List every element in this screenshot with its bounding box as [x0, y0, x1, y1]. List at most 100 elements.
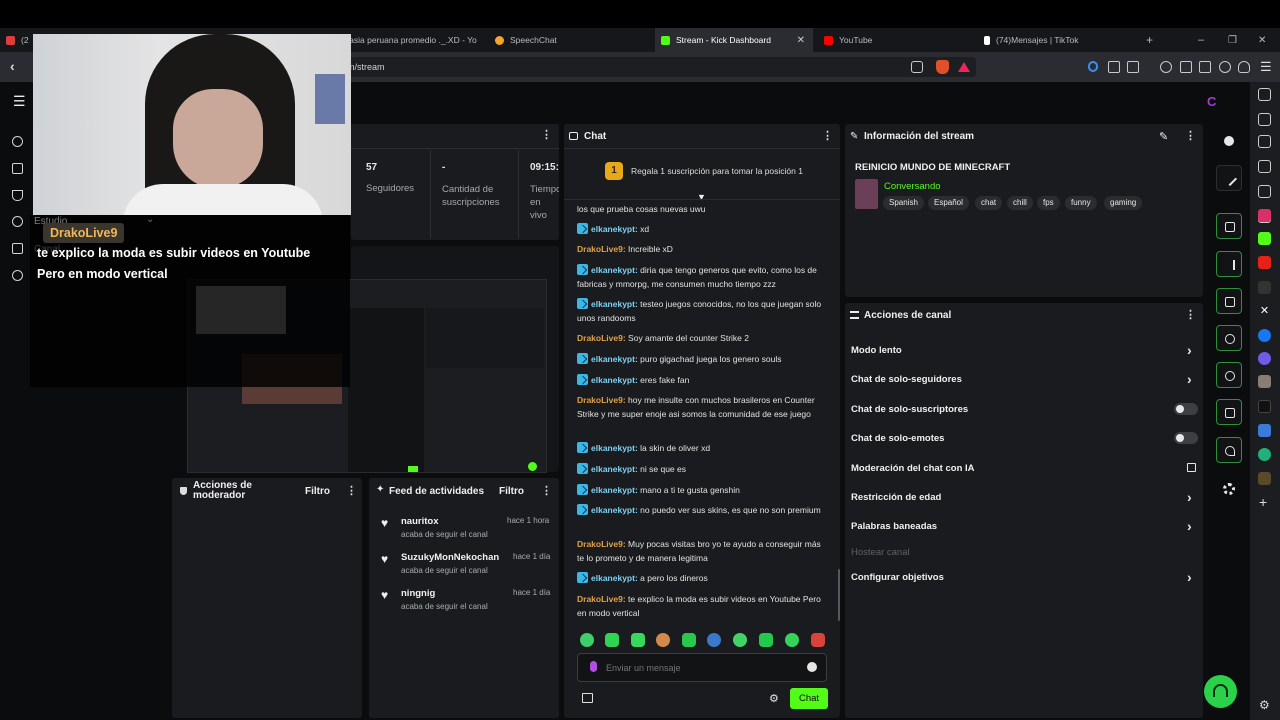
wallet-icon[interactable]	[1199, 61, 1211, 73]
chevron-right-icon[interactable]: ›	[1187, 519, 1192, 533]
category-name[interactable]: Conversando	[884, 181, 941, 192]
extension-icon[interactable]	[1258, 472, 1271, 485]
chat-message-input[interactable]	[606, 660, 796, 675]
close-tab-icon[interactable]: ✕	[797, 35, 805, 46]
expand-chevron-icon[interactable]: ▼	[697, 192, 706, 202]
tab-speechchat[interactable]: SpeechChat	[495, 28, 650, 52]
hamburger-menu-icon[interactable]: ☰	[13, 93, 26, 110]
emote-icon[interactable]	[580, 633, 594, 647]
emote-icon[interactable]	[759, 633, 773, 647]
tag-chip[interactable]: chill	[1007, 196, 1033, 210]
activity-more-icon[interactable]: ⋮	[541, 486, 552, 497]
avatar-icon[interactable]	[1258, 375, 1271, 388]
moderator-filter-button[interactable]: Filtro	[305, 486, 330, 497]
chat-username[interactable]: elkanekypt	[591, 224, 635, 234]
edit-pencil-icon[interactable]: ✎	[1159, 130, 1168, 143]
trophy-icon[interactable]	[12, 190, 23, 201]
emote-icon[interactable]	[656, 633, 670, 647]
chat-username[interactable]: DrakoLive9	[577, 244, 623, 254]
users-icon[interactable]	[12, 243, 23, 254]
emote-icon[interactable]	[707, 633, 721, 647]
chat-username[interactable]: DrakoLive9	[577, 539, 623, 549]
chat-username[interactable]: elkanekypt	[591, 375, 635, 385]
tag-chip[interactable]: gaming	[1104, 196, 1143, 210]
share-icon[interactable]	[911, 61, 923, 73]
sidebar-toggle-icon[interactable]	[1180, 61, 1192, 73]
chevron-right-icon[interactable]: ›	[1187, 490, 1192, 504]
tag-chip[interactable]: fps	[1037, 196, 1060, 210]
facebook-icon[interactable]	[1258, 329, 1271, 342]
analytics-icon[interactable]	[12, 163, 23, 174]
tab-youtube-2[interactable]: fantasia peruana promedio ._.XD - Yo	[335, 28, 490, 52]
minimize-icon[interactable]: –	[1198, 28, 1210, 52]
stream-info-more-icon[interactable]: ⋮	[1185, 131, 1196, 142]
set-goals-item[interactable]: Configurar objetivos	[851, 572, 944, 583]
emote-icon[interactable]	[605, 633, 619, 647]
ai-moderation-item[interactable]: Moderación del chat con IA	[851, 463, 975, 474]
media-icon[interactable]	[1160, 61, 1172, 73]
chevron-right-icon[interactable]: ›	[1187, 372, 1192, 386]
more-tools-icon[interactable]	[1223, 483, 1235, 495]
translate-icon[interactable]	[1258, 424, 1271, 437]
extensions-icon[interactable]	[1108, 61, 1120, 73]
messenger-icon[interactable]	[1258, 352, 1271, 365]
tab-tiktok[interactable]: (74)Mensajes | TikTok	[984, 28, 1139, 52]
channel-actions-more-icon[interactable]: ⋮	[1185, 310, 1196, 321]
speaker-icon[interactable]	[1088, 61, 1098, 72]
wrench-tool-button[interactable]	[1216, 437, 1242, 463]
new-tab-button[interactable]: +	[1146, 28, 1160, 52]
emote-icon[interactable]	[631, 633, 645, 647]
reading-list-icon[interactable]	[1258, 113, 1271, 126]
chat-username[interactable]: elkanekypt	[591, 505, 635, 515]
chat-username[interactable]: elkanekypt	[591, 464, 635, 474]
x-icon[interactable]: ✕	[1258, 305, 1271, 318]
send-chat-button[interactable]: Chat	[790, 688, 828, 709]
lightning-tool-button[interactable]	[1216, 251, 1242, 277]
emote-icon[interactable]	[733, 633, 747, 647]
tiktok-icon[interactable]	[1258, 400, 1271, 413]
chat-username[interactable]: elkanekypt	[591, 443, 635, 453]
edit-tool-button[interactable]	[1216, 165, 1242, 191]
chat-username[interactable]: elkanekypt	[591, 485, 635, 495]
chat-scrollbar[interactable]	[838, 569, 840, 621]
chat-tool-button[interactable]	[1216, 325, 1242, 351]
back-icon[interactable]: ‹	[10, 58, 15, 74]
notes-tool-button[interactable]	[1216, 288, 1242, 314]
tab-youtube-1[interactable]: (2	[6, 28, 32, 52]
chat-username[interactable]: DrakoLive9	[577, 395, 623, 405]
emote-icon[interactable]	[811, 633, 825, 647]
tag-chip[interactable]: Español	[928, 196, 969, 210]
brave-shield-icon[interactable]	[936, 60, 949, 74]
leo-ai-icon[interactable]	[1219, 61, 1231, 73]
chat-username[interactable]: elkanekypt	[591, 265, 635, 275]
restore-icon[interactable]: ❐	[1228, 28, 1240, 52]
menu-icon[interactable]: ☰	[1260, 59, 1272, 75]
vpn-sidebar-icon[interactable]	[1258, 448, 1271, 461]
moderator-more-icon[interactable]: ⋮	[346, 486, 357, 497]
brave-rewards-icon[interactable]	[958, 62, 970, 72]
subscribers-only-toggle[interactable]	[1174, 403, 1198, 415]
tab-kick-dashboard[interactable]: Stream - Kick Dashboard ✕	[655, 28, 813, 52]
emote-icon[interactable]	[785, 633, 799, 647]
settings-icon[interactable]	[12, 270, 23, 281]
stream-icon[interactable]	[12, 136, 23, 147]
chevron-right-icon[interactable]: ›	[1187, 570, 1192, 584]
url-bar[interactable]: om/stream	[330, 57, 976, 77]
chat-username[interactable]: DrakoLive9	[577, 333, 623, 343]
youtube-icon[interactable]	[1258, 256, 1271, 269]
age-restriction-item[interactable]: Restricción de edad	[851, 492, 941, 503]
emoji-icon[interactable]	[807, 662, 817, 672]
close-window-icon[interactable]: ✕	[1258, 28, 1270, 52]
tag-chip[interactable]: chat	[975, 196, 1003, 210]
store-icon[interactable]	[582, 693, 593, 703]
kick-icon[interactable]	[1258, 232, 1271, 245]
emotes-only-toggle[interactable]	[1174, 432, 1198, 444]
instagram-icon[interactable]	[1258, 209, 1271, 222]
chat-settings-icon[interactable]: ⚙	[769, 692, 779, 705]
followers-only-item[interactable]: Chat de solo-seguidores	[851, 374, 962, 385]
external-link-icon[interactable]	[1187, 463, 1196, 472]
bookmarks-icon[interactable]	[1258, 135, 1271, 148]
chat-username[interactable]: DrakoLive9	[577, 594, 623, 604]
tab-youtube-3[interactable]: YouTube	[820, 28, 975, 52]
chat-more-icon[interactable]: ⋮	[822, 131, 833, 142]
